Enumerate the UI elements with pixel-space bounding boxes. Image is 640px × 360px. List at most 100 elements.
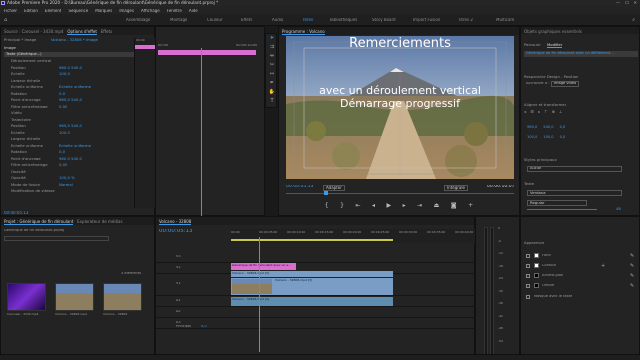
align-top-icon[interactable]: ⊤	[544, 109, 547, 115]
eg-opacity[interactable]: 100,0	[543, 135, 553, 139]
project-item-thumb[interactable]	[7, 283, 46, 311]
step-back-icon[interactable]: ◂	[372, 202, 375, 212]
graphic-clip[interactable]: Générique de fin déroulant avec un e...	[231, 263, 296, 270]
project-search-input[interactable]	[4, 236, 109, 241]
effect-row-value[interactable]: 0,00	[59, 105, 67, 109]
effect-row-value[interactable]: 960,0 540,0	[59, 66, 82, 70]
slip-tool-icon[interactable]: ↔	[268, 71, 276, 78]
background-color-swatch[interactable]	[534, 273, 539, 278]
effect-row[interactable]: Vidéo	[1, 110, 133, 116]
go-to-out-icon[interactable]: ⇥	[417, 202, 422, 212]
eg-scale[interactable]: 100,0	[527, 135, 537, 139]
tab-sequence[interactable]: Volcano - 32808	[159, 219, 192, 225]
effect-row-value[interactable]: 100,0	[59, 72, 70, 76]
title-line-3[interactable]: Démarrage progressif	[286, 98, 514, 109]
workspace-tab-storyboard[interactable]: Story Board	[372, 18, 396, 22]
effect-row-value[interactable]: 100,0 %	[59, 176, 75, 180]
eg-anchor[interactable]: 0,0	[560, 135, 566, 139]
window-close-button[interactable]: ✕	[633, 0, 637, 5]
effect-row[interactable]: Echelle uniforme Echelle uniforme	[1, 84, 133, 90]
effect-row[interactable]: Filtre anticrénelage 0,00	[1, 162, 133, 168]
eyedropper-icon[interactable]: ✎	[630, 273, 634, 279]
workspace-tab-titles2[interactable]: Titres 2	[458, 18, 473, 22]
program-playhead[interactable]	[324, 191, 328, 195]
pen-tool-icon[interactable]: ✒	[268, 80, 276, 87]
program-scrub-bar[interactable]	[286, 193, 514, 194]
play-icon[interactable]: ▶	[386, 202, 391, 212]
workspace-tab-multicam[interactable]: Multicam	[496, 18, 514, 22]
eg-tab-browse[interactable]: Parcourir	[524, 42, 541, 47]
effect-row-value[interactable]: 960,0 540,0	[59, 98, 82, 102]
tab-source[interactable]: Source : Carousel - 3430.mp4	[4, 29, 64, 34]
work-area-bar[interactable]	[231, 239, 393, 241]
add-button-icon[interactable]: +	[468, 202, 473, 212]
effect-row[interactable]: Echelle 100,0	[1, 71, 133, 77]
search-icon[interactable]: ⌕	[632, 17, 635, 23]
project-item-thumb[interactable]	[55, 283, 94, 311]
eg-font-style-dropdown[interactable]: Regular	[527, 200, 587, 206]
eg-pos-x[interactable]: 960,0	[527, 125, 537, 129]
eg-font-size[interactable]: 48	[616, 207, 621, 211]
fill-color-swatch[interactable]	[534, 253, 539, 258]
workspace-tab-color[interactable]: Couleur	[207, 18, 223, 22]
effect-row[interactable]: Point d'ancrage 960,0 540,0	[1, 156, 133, 162]
eg-font-dropdown[interactable]: Verdana	[527, 190, 622, 196]
workspace-tab-editing[interactable]: Montage	[170, 18, 187, 22]
workspace-tab-assembly[interactable]: Assemblage	[126, 18, 150, 22]
eyedropper-icon[interactable]: ✎	[630, 253, 634, 259]
mark-in-icon[interactable]: {	[325, 202, 329, 212]
mask-checkbox[interactable]	[526, 295, 530, 299]
video-clip-main[interactable]: Volcano - 32808.mp4 [V]	[231, 278, 393, 295]
timeline-playhead[interactable]	[259, 237, 260, 352]
effect-row[interactable]: Filtre anticrénelage 0,00	[1, 104, 133, 110]
master-track-value[interactable]: 0,0	[201, 325, 207, 329]
effect-row[interactable]: Position 960,0 540,0	[1, 123, 133, 129]
workspace-tab-effects[interactable]: Effets	[241, 18, 252, 22]
program-timecode[interactable]: 00:00:05:13	[286, 185, 313, 190]
export-frame-icon[interactable]: ◙	[451, 202, 457, 212]
effect-row[interactable]: Largeur échelle	[1, 78, 133, 84]
effect-timecode[interactable]: 00:00:05:13	[4, 211, 28, 215]
align-center-icon[interactable]: ☰	[530, 109, 534, 115]
background-checkbox[interactable]	[526, 274, 530, 278]
shadow-checkbox[interactable]	[526, 284, 530, 288]
effect-row-value[interactable]: 0,0	[59, 92, 65, 96]
type-tool-icon[interactable]: T	[268, 98, 276, 105]
effect-row-value[interactable]: 100,0	[59, 131, 70, 135]
effect-row[interactable]: Mode de fusion Normal	[1, 182, 133, 188]
selection-tool-icon[interactable]: ➤	[268, 35, 276, 42]
razor-tool-icon[interactable]: ✂	[268, 62, 276, 69]
effect-row-value[interactable]: 0,00	[59, 163, 67, 167]
align-bottom-icon[interactable]: ⊥	[559, 109, 562, 115]
tab-media-browser[interactable]: Explorateur de médias	[77, 219, 122, 224]
project-item-thumb[interactable]	[103, 283, 142, 311]
eyedropper-icon[interactable]: ✎	[630, 283, 634, 289]
effect-row-value[interactable]: Normal	[59, 183, 73, 187]
title-line-2[interactable]: avec un déroulement vertical	[286, 85, 514, 96]
effect-row[interactable]: Point d'ancrage 960,0 540,0	[1, 97, 133, 103]
fill-checkbox[interactable]	[526, 254, 530, 258]
track-select-tool-icon[interactable]: ⇉	[268, 44, 276, 51]
eg-layer-item[interactable]: Générique de fin déroulant avec un défil…	[524, 51, 638, 57]
effect-graphic-clip-bar[interactable]	[135, 45, 157, 49]
effect-row-value[interactable]: 0,0	[59, 150, 65, 154]
effect-row[interactable]: Echelle uniforme Echelle uniforme	[1, 143, 133, 149]
workspace-tab-audio[interactable]: Audio	[272, 18, 283, 22]
window-maximize-button[interactable]: ☐	[625, 0, 629, 5]
hand-tool-icon[interactable]: ✋	[268, 89, 276, 96]
workspace-tab-libraries[interactable]: Bibliothèques	[330, 18, 357, 22]
effect-row[interactable]: Opacité	[1, 169, 133, 175]
keyframe-playhead[interactable]	[201, 48, 202, 216]
keyframe-graphic-clip[interactable]	[158, 50, 256, 55]
eg-master-styles-dropdown[interactable]: Aucun	[527, 166, 622, 172]
eg-pin-dropdown[interactable]: Image vidéo	[551, 81, 580, 87]
timeline-timecode[interactable]: 00:00:05:13	[159, 229, 193, 235]
stroke-checkbox[interactable]	[526, 264, 530, 268]
eg-pos-y[interactable]: 540,0	[543, 125, 553, 129]
go-to-in-icon[interactable]: ⇤	[355, 202, 360, 212]
eg-tab-edit[interactable]: Modifier	[546, 42, 563, 48]
tab-program[interactable]: Programme : Volcano	[282, 29, 325, 35]
eyedropper-icon[interactable]: ✎	[630, 263, 634, 269]
eg-font-size-slider[interactable]	[527, 209, 597, 210]
effect-row[interactable]: Déroulement vertical	[1, 58, 133, 64]
